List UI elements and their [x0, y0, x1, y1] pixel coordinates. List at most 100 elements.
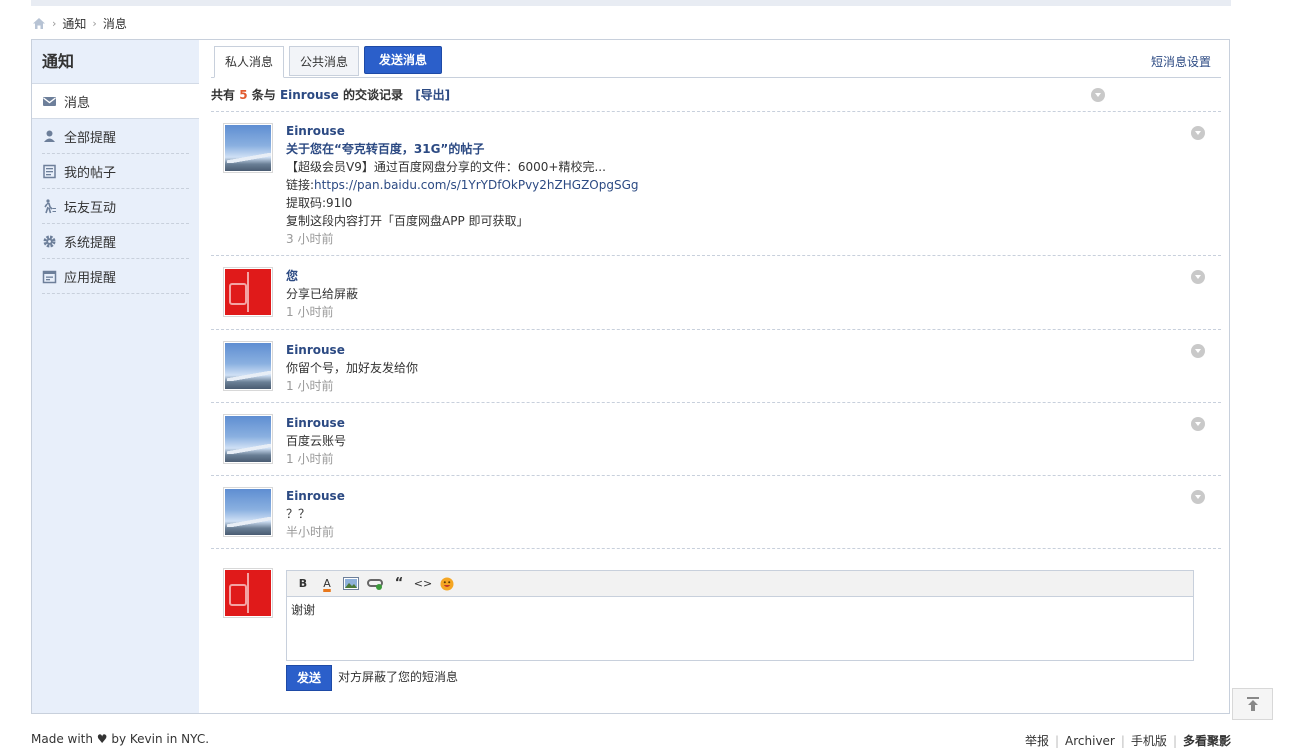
link-icon[interactable]: [363, 574, 387, 594]
footer-separator: |: [1172, 733, 1177, 748]
summary-suffix: 的交谈记录: [342, 88, 403, 102]
message-time: 半小时前: [286, 525, 335, 539]
breadcrumb-separator: ›: [92, 16, 97, 30]
sidebar-item-interactions[interactable]: 坛友互动: [42, 189, 189, 224]
image-icon[interactable]: [339, 574, 363, 594]
message-author[interactable]: Einrouse: [286, 414, 1166, 432]
top-bar: [31, 0, 1231, 6]
list-item: Einrouse 你留个号，加好友发给你 1 小时前: [211, 330, 1221, 403]
sidebar-title: 通知: [32, 40, 199, 84]
footer-separator: |: [1120, 733, 1125, 748]
delete-message-icon[interactable]: [1191, 344, 1205, 358]
tab-public-messages[interactable]: 公共消息: [289, 46, 360, 76]
sidebar-item-label: 应用提醒: [64, 270, 117, 286]
message-time: 1 小时前: [286, 452, 334, 466]
main-panel: 私人消息 公共消息 发送消息 短消息设置 共有 5 条与 Einrouse 的交…: [211, 40, 1221, 713]
sidebar-item-all-reminders[interactable]: 全部提醒: [42, 119, 189, 154]
message-author[interactable]: 您: [286, 267, 1166, 285]
footer-separator: |: [1054, 733, 1060, 748]
home-icon[interactable]: [32, 17, 46, 30]
list-item: Einrouse ？？ 半小时前: [211, 476, 1221, 549]
summary-prefix: 共有: [211, 88, 236, 102]
message-text: 【超级会员V9】通过百度网盘分享的文件：6000+精校完...: [286, 160, 606, 174]
tab-private-messages[interactable]: 私人消息: [214, 46, 285, 78]
send-message-button[interactable]: 发送消息: [364, 46, 443, 74]
tab-bar: 私人消息 公共消息 发送消息 短消息设置: [211, 46, 1221, 78]
avatar[interactable]: [223, 341, 273, 391]
message-time: 1 小时前: [286, 305, 334, 319]
code-button[interactable]: <>: [411, 574, 435, 594]
font-color-button[interactable]: A: [315, 574, 339, 594]
avatar[interactable]: [223, 123, 273, 173]
sidebar-item-messages[interactable]: 消息: [32, 84, 199, 119]
content-frame: 通知 消息 全部提醒 我的帖子 坛友互动 系统提醒 应用提醒 私人消息 公共消息…: [31, 39, 1230, 714]
editor-toolbar: B A “ <>: [287, 571, 1193, 597]
delete-message-icon[interactable]: [1191, 417, 1205, 431]
message-text: 你留个号，加好友发给你: [286, 361, 419, 375]
user-icon: [44, 130, 55, 142]
message-text: 分享已给屏蔽: [286, 287, 359, 301]
message-time: 1 小时前: [286, 379, 334, 393]
delete-message-icon[interactable]: [1191, 490, 1205, 504]
delete-message-icon[interactable]: [1191, 270, 1205, 284]
avatar[interactable]: [223, 414, 273, 464]
sidebar-item-label: 全部提醒: [64, 130, 117, 146]
sidebar-item-label: 坛友互动: [64, 200, 117, 216]
breadcrumb-separator: ›: [52, 16, 57, 30]
envelope-icon: [43, 96, 56, 106]
footer-mobile-link[interactable]: 手机版: [1131, 732, 1167, 749]
footer-links: 举报 | Archiver | 手机版 | 多看聚影: [1025, 732, 1231, 749]
message-author[interactable]: Einrouse: [286, 487, 1166, 505]
avatar[interactable]: [223, 568, 273, 618]
message-title[interactable]: 关于您在“夸克转百度，31G”的帖子: [286, 140, 1166, 158]
emoji-icon[interactable]: [435, 574, 459, 594]
sidebar-item-label: 我的帖子: [64, 165, 117, 181]
summary-middle: 条与: [251, 88, 276, 102]
sidebar-item-label: 消息: [64, 95, 91, 111]
back-to-top-button[interactable]: [1232, 688, 1273, 720]
breadcrumb-notifications[interactable]: 通知: [62, 15, 86, 32]
message-author[interactable]: Einrouse: [286, 341, 1166, 359]
delete-conversation-icon[interactable]: [1091, 88, 1105, 102]
message-author[interactable]: Einrouse: [286, 122, 1166, 140]
footer-report-link[interactable]: 举报: [1025, 732, 1049, 749]
footer-credit: Made with ♥ by Kevin in NYC.: [31, 732, 210, 746]
reply-send-button[interactable]: 发送: [286, 665, 333, 691]
breadcrumb-messages[interactable]: 消息: [103, 15, 127, 32]
conversation-summary: 共有 5 条与 Einrouse 的交谈记录 [导出]: [211, 86, 1221, 112]
bold-button[interactable]: B: [291, 574, 315, 594]
sidebar: 通知 消息 全部提醒 我的帖子 坛友互动 系统提醒 应用提醒: [32, 40, 199, 713]
message-count: 5: [239, 88, 248, 102]
blocked-notice: 对方屏蔽了您的短消息: [338, 670, 459, 684]
calendar-icon: [42, 270, 57, 283]
avatar[interactable]: [223, 267, 273, 317]
message-link-prefix: 链接:: [286, 178, 315, 192]
walking-person-icon: [44, 198, 56, 213]
list-item: 您 分享已给屏蔽 1 小时前: [211, 256, 1221, 330]
sidebar-item-apps[interactable]: 应用提醒: [42, 259, 189, 294]
message-text: ？？: [286, 507, 311, 521]
quote-button[interactable]: “: [387, 574, 411, 594]
footer-brand[interactable]: 多看聚影: [1183, 732, 1231, 749]
sidebar-item-my-posts[interactable]: 我的帖子: [42, 154, 189, 189]
reply-textarea[interactable]: 谢谢: [287, 597, 1193, 622]
list-item: Einrouse 关于您在“夸克转百度，31G”的帖子 【超级会员V9】通过百度…: [211, 112, 1221, 256]
sidebar-item-label: 系统提醒: [64, 235, 117, 251]
arrow-up-icon: [1246, 697, 1259, 711]
message-text: 提取码:91l0: [286, 196, 353, 210]
export-link[interactable]: [导出]: [415, 88, 450, 102]
message-settings-link[interactable]: 短消息设置: [1151, 53, 1211, 70]
message-link[interactable]: https://pan.baidu.com/s/1YrYDfOkPvy2hZHG…: [314, 178, 638, 192]
message-text: 百度云账号: [286, 434, 347, 448]
breadcrumb: › 通知 › 消息: [32, 14, 127, 32]
sidebar-item-system[interactable]: 系统提醒: [42, 224, 189, 259]
footer-archiver-link[interactable]: Archiver: [1065, 734, 1115, 748]
contact-name[interactable]: Einrouse: [280, 88, 339, 102]
list-item: Einrouse 百度云账号 1 小时前: [211, 403, 1221, 476]
message-time: 3 小时前: [286, 232, 334, 246]
reply-editor: B A “ <> 谢谢: [286, 570, 1194, 661]
avatar[interactable]: [223, 487, 273, 537]
document-icon: [43, 164, 56, 178]
message-text: 复制这段内容打开「百度网盘APP 即可获取」: [286, 214, 529, 228]
delete-message-icon[interactable]: [1191, 126, 1205, 140]
